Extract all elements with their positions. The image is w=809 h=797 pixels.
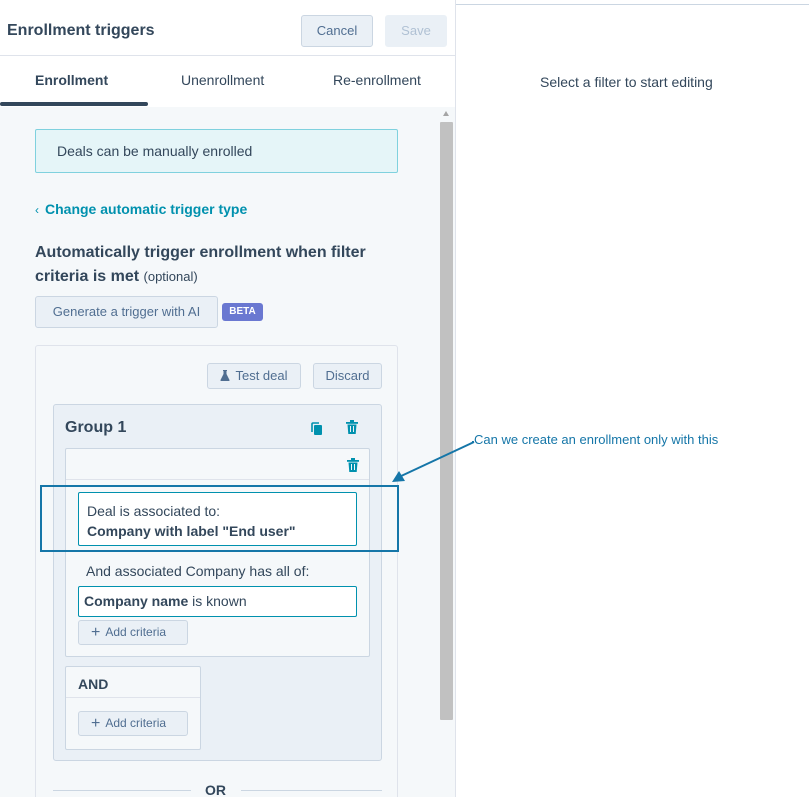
or-line-right bbox=[241, 790, 382, 791]
tab-unenrollment[interactable]: Unenrollment bbox=[181, 72, 264, 88]
and-block-header: AND bbox=[66, 667, 200, 698]
and-filter-block: AND + Add criteria bbox=[65, 666, 201, 750]
add-criteria-button[interactable]: + Add criteria bbox=[78, 620, 188, 645]
scrollbar-thumb[interactable] bbox=[440, 122, 453, 720]
optional-label: (optional) bbox=[143, 269, 198, 284]
active-tab-indicator bbox=[0, 102, 148, 106]
or-line-left bbox=[53, 790, 191, 791]
right-panel-placeholder: Select a filter to start editing bbox=[540, 74, 713, 90]
copy-icon[interactable] bbox=[311, 422, 323, 441]
tab-enrollment[interactable]: Enrollment bbox=[35, 72, 108, 88]
plus-icon: + bbox=[91, 715, 101, 732]
change-trigger-type-link[interactable]: ‹ Change automatic trigger type bbox=[35, 201, 247, 217]
scroll-up-arrow-icon[interactable] bbox=[443, 111, 449, 116]
triggers-scroll-area: Deals can be manually enrolled ‹ Change a… bbox=[0, 107, 438, 797]
enrollment-triggers-panel: Enrollment triggers Cancel Save Enrollme… bbox=[0, 0, 456, 797]
beta-badge: BETA bbox=[222, 303, 263, 321]
annotation-comment: Can we create an enrollment only with th… bbox=[474, 432, 719, 447]
company-name-filter[interactable]: Company name is known bbox=[78, 586, 357, 617]
trigger-tabs: Enrollment Unenrollment Re-enrollment bbox=[0, 57, 455, 107]
filter-card: Test deal Discard Group 1 Deal is associ… bbox=[35, 345, 398, 797]
discard-button[interactable]: Discard bbox=[313, 363, 382, 389]
add-criteria-button[interactable]: + Add criteria bbox=[78, 711, 188, 736]
trash-icon[interactable] bbox=[347, 458, 359, 478]
company-filter-condition: is known bbox=[192, 593, 247, 609]
or-divider: OR bbox=[53, 780, 382, 797]
panel-title: Enrollment triggers bbox=[7, 22, 155, 39]
test-deal-label: Test deal bbox=[235, 368, 288, 383]
add-criteria-label: Add criteria bbox=[105, 625, 167, 639]
or-label: OR bbox=[205, 782, 226, 797]
save-button[interactable]: Save bbox=[385, 15, 447, 47]
manual-enroll-banner: Deals can be manually enrolled bbox=[35, 129, 398, 173]
plus-icon: + bbox=[91, 624, 101, 641]
associated-company-label: And associated Company has all of: bbox=[86, 563, 310, 579]
panel-header: Enrollment triggers Cancel Save bbox=[0, 6, 455, 56]
cancel-button[interactable]: Cancel bbox=[301, 15, 373, 47]
and-label: AND bbox=[78, 676, 109, 692]
chevron-left-icon: ‹ bbox=[35, 203, 39, 217]
add-criteria-label: Add criteria bbox=[105, 716, 167, 730]
association-block-header bbox=[66, 449, 369, 480]
annotation-highlight-box bbox=[40, 485, 399, 552]
generate-trigger-ai-button[interactable]: Generate a trigger with AI bbox=[35, 296, 218, 328]
trash-icon[interactable] bbox=[346, 420, 358, 440]
association-filter-block: Deal is associated to: Company with labe… bbox=[65, 448, 370, 657]
auto-trigger-heading-text: Automatically trigger enrollment when fi… bbox=[35, 244, 366, 285]
tab-re-enrollment[interactable]: Re-enrollment bbox=[333, 72, 421, 88]
top-divider bbox=[456, 4, 809, 5]
filter-group: Group 1 Deal is associated to: Company w… bbox=[53, 404, 382, 761]
flask-icon bbox=[220, 365, 231, 389]
change-trigger-type-label: Change automatic trigger type bbox=[45, 201, 248, 217]
test-deal-button[interactable]: Test deal bbox=[207, 363, 301, 389]
auto-trigger-heading: Automatically trigger enrollment when fi… bbox=[35, 241, 415, 289]
company-filter-property: Company name bbox=[84, 593, 189, 609]
group-title: Group 1 bbox=[65, 419, 127, 436]
annotation-arrow-icon bbox=[392, 441, 475, 482]
